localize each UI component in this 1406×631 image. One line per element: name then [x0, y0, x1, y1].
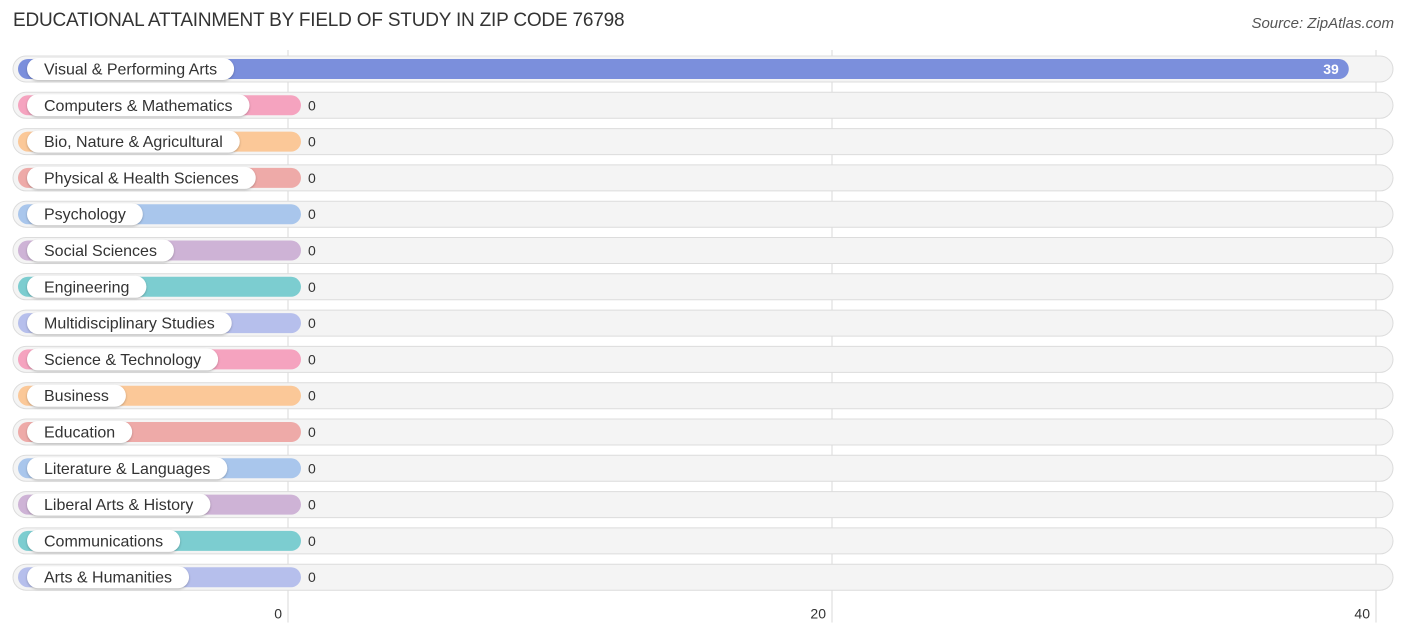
category-label: Computers & Mathematics [44, 98, 233, 115]
value-label: 0 [308, 315, 316, 331]
x-tick-label: 0 [274, 606, 282, 622]
x-tick-label: 40 [1354, 606, 1370, 622]
bar-row: Visual & Performing Arts 39 [12, 55, 1394, 83]
bar-row: Literature & Languages 0 [12, 454, 1394, 482]
category-label: Arts & Humanities [44, 570, 172, 587]
bar-row: Business 0 [12, 382, 1394, 410]
category-label: Engineering [44, 279, 129, 296]
bar-row: Psychology 0 [12, 200, 1394, 228]
bar-row: Engineering 0 [12, 273, 1394, 301]
category-label: Multidisciplinary Studies [44, 316, 215, 333]
bar-row: Computers & Mathematics 0 [12, 91, 1394, 119]
value-label: 0 [308, 533, 316, 549]
value-label: 0 [308, 424, 316, 440]
category-label: Communications [44, 533, 163, 550]
bar-row: Education 0 [12, 418, 1394, 446]
value-label: 0 [308, 243, 316, 259]
value-label: 0 [308, 388, 316, 404]
category-label: Visual & Performing Arts [44, 62, 217, 79]
bar-rows: Visual & Performing Arts 39 Computers & Ma… [12, 55, 1394, 591]
value-label: 0 [308, 170, 316, 186]
bar-row: Social Sciences 0 [12, 237, 1394, 264]
category-label: Social Sciences [44, 243, 157, 260]
category-label: Physical & Health Sciences [44, 170, 239, 187]
bar-row: Multidisciplinary Studies 0 [12, 309, 1394, 337]
category-label: Bio, Nature & Agricultural [44, 134, 223, 151]
bar-chart: Visual & Performing Arts 39 Computers & Ma… [12, 50, 1394, 623]
value-label: 0 [308, 97, 316, 113]
category-label: Liberal Arts & History [44, 497, 193, 514]
bar-row: Science & Technology 0 [12, 345, 1394, 373]
bar-row: Liberal Arts & History 0 [12, 491, 1394, 519]
bar-row: Bio, Nature & Agricultural 0 [12, 128, 1394, 156]
category-label: Literature & Languages [44, 461, 210, 478]
value-label: 0 [308, 279, 316, 295]
category-label: Education [44, 425, 115, 442]
category-label: Business [44, 388, 109, 405]
category-label: Psychology [44, 207, 126, 224]
value-label: 0 [308, 497, 316, 513]
value-label: 0 [308, 206, 316, 222]
value-label: 0 [308, 569, 316, 585]
value-label: 39 [1323, 61, 1339, 77]
bar-row: Arts & Humanities 0 [12, 563, 1394, 591]
bar-row: Communications 0 [12, 527, 1394, 555]
value-label: 0 [308, 460, 316, 476]
x-tick-label: 20 [810, 606, 826, 622]
category-label: Science & Technology [44, 352, 201, 369]
value-label: 0 [308, 134, 316, 150]
value-label: 0 [308, 351, 316, 367]
bar-row: Physical & Health Sciences 0 [12, 164, 1394, 192]
